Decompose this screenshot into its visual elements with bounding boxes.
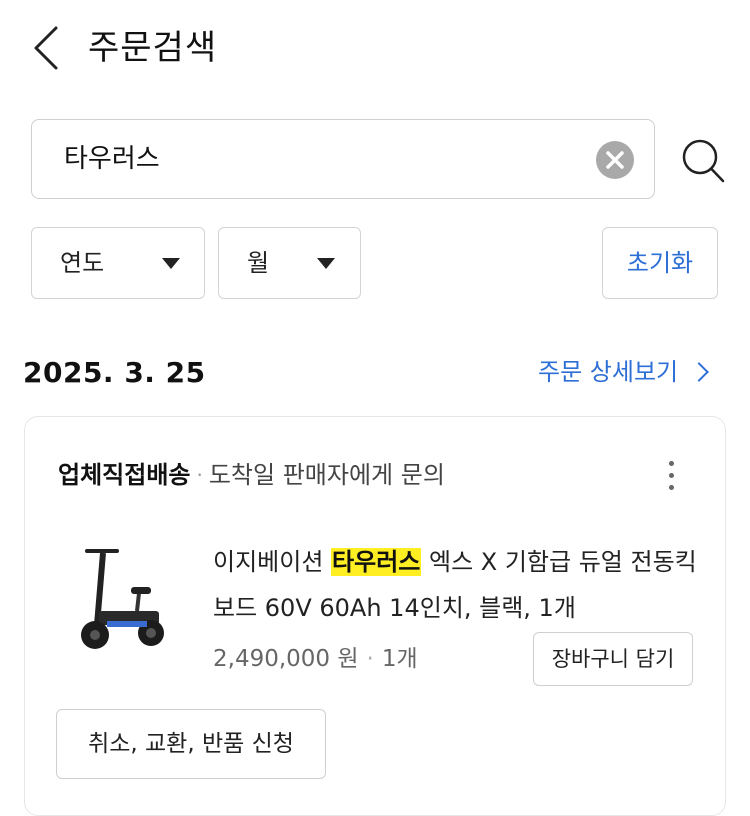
page-title: 주문검색 [88,28,218,68]
caret-down-icon [317,258,335,269]
order-date: 2025. 3. 25 [23,356,206,389]
month-select[interactable]: 월 [218,227,361,299]
chevron-right-icon [689,362,710,382]
price-info: 2,490,000 원 · 1개 [213,639,418,679]
shipping-method: 업체직접배송 [58,461,191,489]
year-select[interactable]: 연도 [31,227,205,299]
electric-scooter-image [81,549,164,649]
separator: · [366,646,374,672]
product-price: 2,490,000 원 [213,646,359,672]
year-select-label: 연도 [60,249,105,277]
caret-down-icon [162,258,180,269]
product-name-highlight: 타우러스 [331,548,422,576]
product-name-prefix: 이지베이션 [213,548,332,576]
add-to-cart-button[interactable]: 장바구니 담기 [533,632,693,686]
search-input[interactable] [64,138,584,180]
product-quantity: 1개 [381,646,418,672]
more-vertical-icon[interactable] [665,461,677,495]
reset-button[interactable]: 초기화 [602,227,718,299]
separator: · [196,463,203,487]
cancel-exchange-return-button[interactable]: 취소, 교환, 반품 신청 [56,709,326,779]
order-detail-link[interactable]: 주문 상세보기 [538,354,710,390]
chevron-left-icon[interactable] [28,24,68,72]
shipping-status: 도착일 판매자에게 문의 [208,461,445,489]
clear-icon[interactable] [596,141,634,179]
search-field[interactable] [31,119,655,199]
search-icon[interactable] [680,136,726,184]
shipping-info: 업체직접배송 · 도착일 판매자에게 문의 [58,457,445,493]
product-name[interactable]: 이지베이션 타우러스 엑스 X 기함급 듀얼 전동킥보드 60V 60Ah 14… [213,539,703,631]
order-card: 업체직접배송 · 도착일 판매자에게 문의 이지베이션 타우러스 엑스 X 기함… [24,416,726,816]
month-select-label: 월 [247,249,270,277]
order-detail-link-label: 주문 상세보기 [538,358,679,386]
